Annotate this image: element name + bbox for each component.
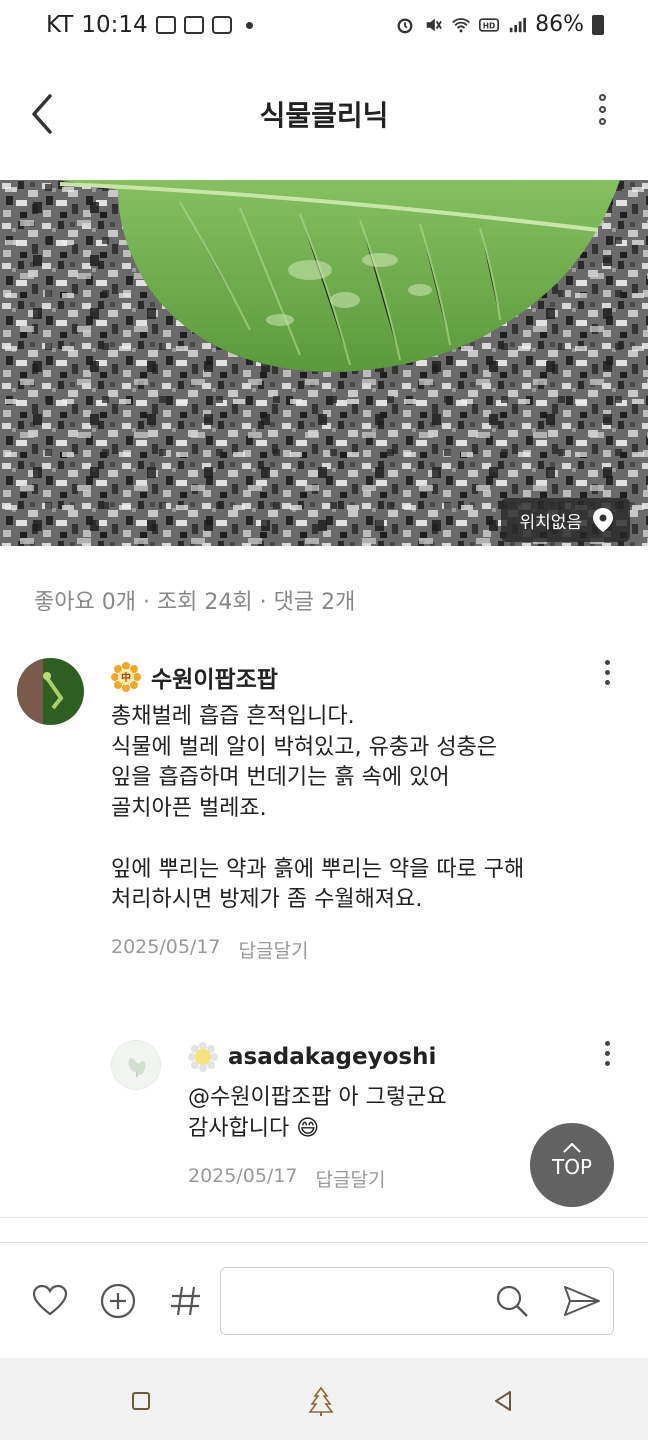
more-notifications-icon: [245, 21, 253, 29]
send-icon[interactable]: [562, 1283, 602, 1319]
svg-text:HD: HD: [483, 21, 496, 30]
wifi-icon: [452, 17, 471, 32]
default-sprout-avatar-icon: [128, 1058, 146, 1077]
chevron-up-icon: [563, 1143, 581, 1153]
post-photo[interactable]: 위치없음: [0, 180, 648, 546]
clock: 10:14: [81, 12, 148, 38]
divider: [0, 1217, 648, 1218]
more-dot: [604, 1051, 610, 1056]
comment-author[interactable]: 中 수원이팝조팝: [111, 660, 278, 694]
status-left: KT 10:14: [46, 12, 253, 38]
page-title: 식물클리닉: [259, 99, 389, 132]
post-stats: 좋아요 0개 · 조회 24회 · 댓글 2개: [34, 590, 356, 615]
scroll-top-button[interactable]: TOP: [530, 1123, 614, 1207]
recents-icon[interactable]: [126, 1386, 156, 1416]
comment-author-name: 수원이팝조팝: [151, 667, 278, 693]
mute-icon: [426, 18, 442, 31]
more-dot: [598, 106, 606, 113]
location-label: 위치없음: [519, 512, 582, 533]
system-nav-bar: [0, 1358, 648, 1440]
location-pin-icon: [593, 508, 613, 532]
comment-date: 2025/05/17: [188, 1165, 298, 1187]
reply-button[interactable]: 답글달기: [239, 936, 309, 963]
comment-text: 총채벌레 흡즙 흔적입니다. 식물에 벌레 알이 박혀있고, 유충과 성충은 잎…: [111, 704, 525, 912]
more-dot: [598, 118, 606, 125]
status-bar: KT 10:14 HD 86%: [0, 0, 648, 58]
comment-meta: 2025/05/17 답글달기: [111, 936, 308, 963]
reply-button[interactable]: 답글달기: [316, 1165, 386, 1192]
hd-voice-icon: HD: [479, 17, 500, 32]
signal-icon: [509, 17, 527, 32]
comment-text: @수원이팝조팝 아 그렇군요 감사합니다 😄: [188, 1085, 447, 1141]
app-bar: 식물클리닉: [0, 58, 648, 178]
comment-author[interactable]: asadakageyoshi: [188, 1042, 436, 1072]
more-dot: [604, 1061, 610, 1066]
gallery-notification-icon: [155, 16, 176, 34]
comment-meta: 2025/05/17 답글달기: [188, 1165, 385, 1192]
status-right: HD 86%: [395, 12, 604, 37]
svg-text:中: 中: [121, 671, 131, 684]
hashtag-icon[interactable]: [168, 1283, 204, 1319]
kt-notification-icon: [211, 16, 232, 34]
leaf-on-granite-image: [0, 180, 648, 546]
scroll-top-label: TOP: [551, 1155, 593, 1179]
alarm-icon: [397, 17, 413, 33]
carrier-label: KT: [46, 12, 74, 38]
flower-badge-icon: [188, 1042, 218, 1072]
comment-author-name: asadakageyoshi: [228, 1044, 437, 1070]
comment-date: 2025/05/17: [111, 936, 221, 958]
more-options-button[interactable]: [590, 94, 614, 134]
home-tree-icon[interactable]: [306, 1386, 336, 1416]
battery-percent: 86%: [535, 12, 584, 37]
more-vertical-icon: [598, 94, 606, 101]
more-dot: [604, 670, 610, 675]
back-triangle-icon[interactable]: [488, 1386, 518, 1416]
wallet-notification-icon: [183, 16, 204, 34]
comment-more-button[interactable]: [600, 1041, 614, 1071]
comment-more-button[interactable]: [600, 660, 614, 690]
plus-circle-icon[interactable]: [100, 1283, 136, 1319]
search-icon[interactable]: [494, 1283, 530, 1319]
comment-input[interactable]: [220, 1267, 614, 1335]
mantis-avatar-image: [17, 658, 84, 725]
avatar[interactable]: [111, 1040, 161, 1090]
more-dot: [604, 680, 610, 685]
heart-icon[interactable]: [32, 1283, 68, 1319]
comment-bar: [0, 1242, 648, 1358]
avatar[interactable]: [17, 658, 84, 725]
sunflower-badge-icon: 中: [111, 662, 141, 692]
battery-icon: [592, 14, 604, 35]
more-vertical-icon: [604, 1041, 610, 1046]
more-vertical-icon: [604, 660, 610, 665]
location-badge[interactable]: 위치없음: [501, 498, 630, 542]
